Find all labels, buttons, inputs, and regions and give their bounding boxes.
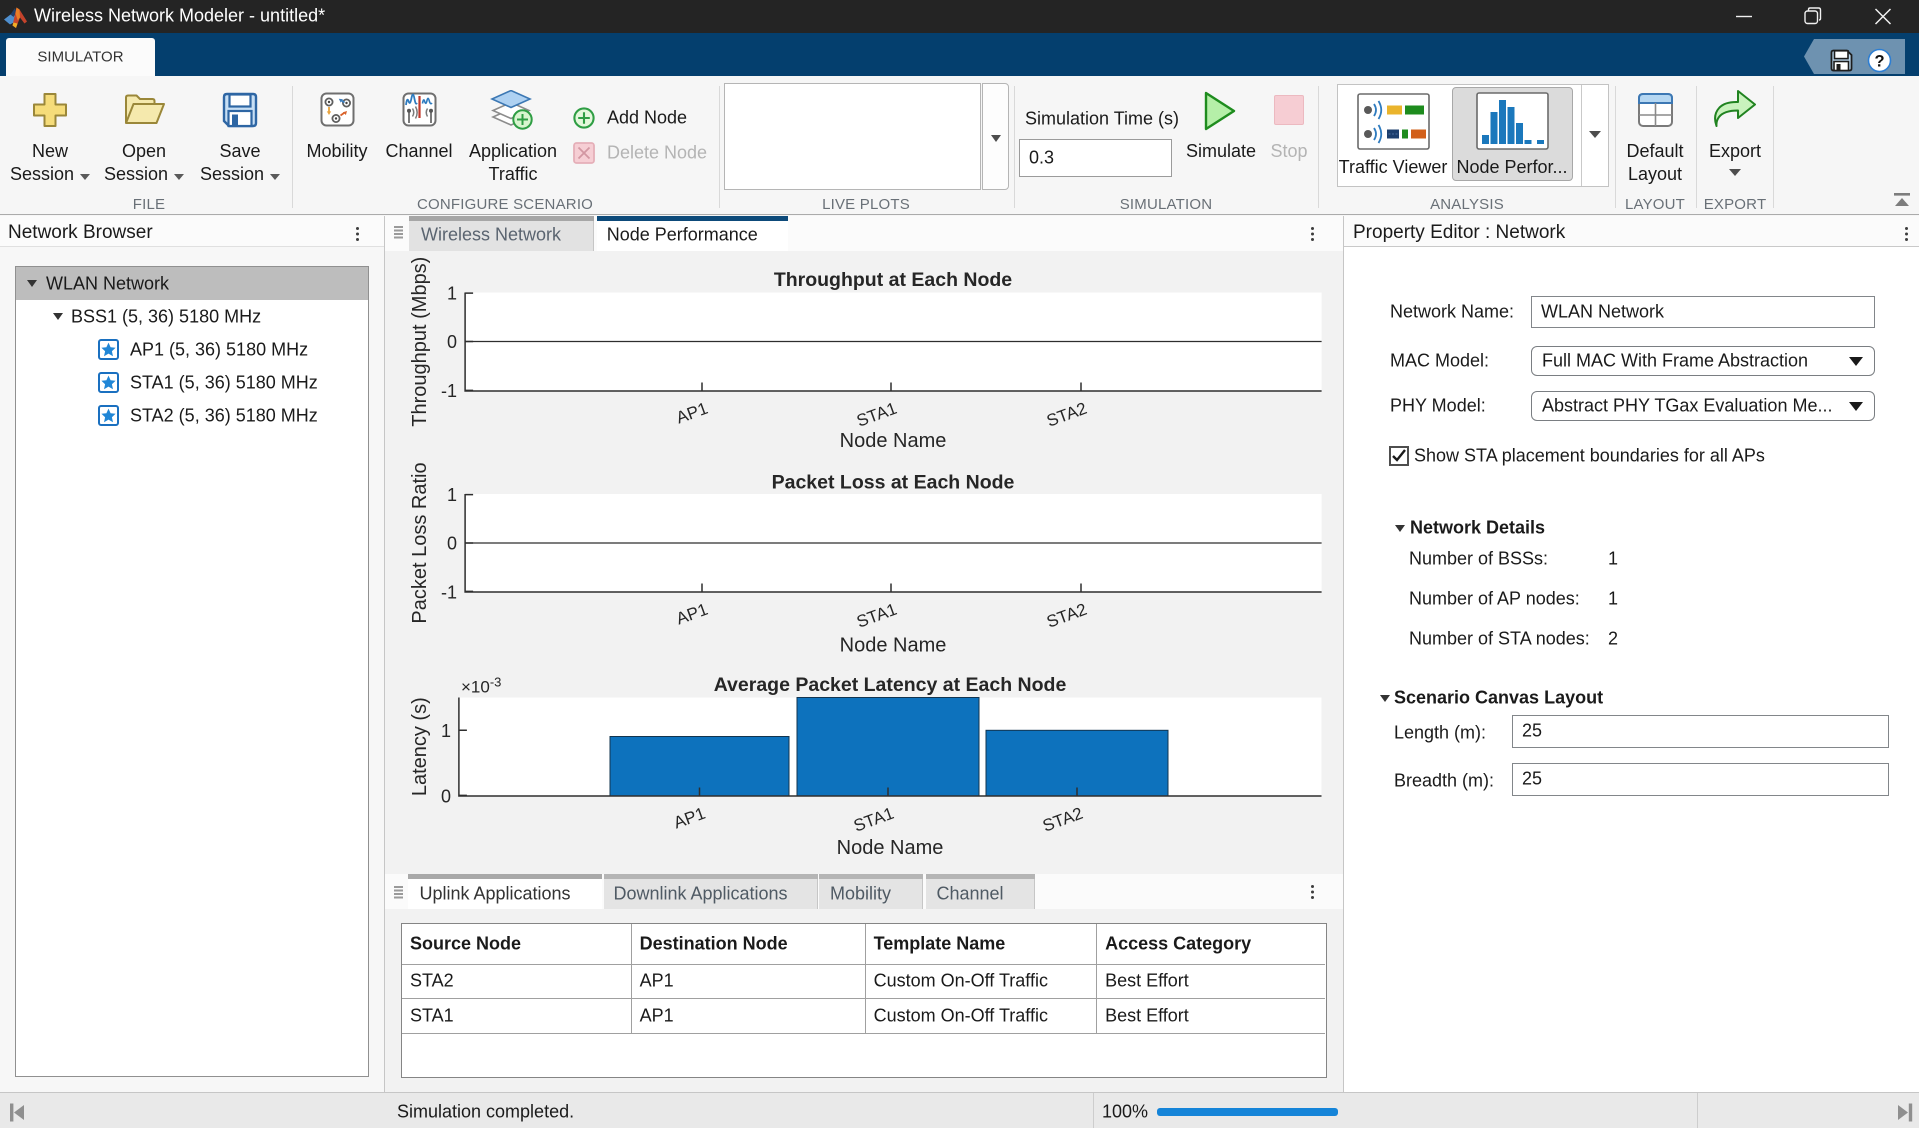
svg-text:Node Name: Node Name [837,837,944,859]
svg-text:0: 0 [441,786,451,806]
svg-text:?: ? [1874,52,1884,70]
svg-text:Node Name: Node Name [840,429,947,451]
svg-text:1: 1 [441,720,451,740]
svg-text:-1: -1 [441,582,457,602]
svg-text:Latency (s): Latency (s) [409,697,431,796]
svg-text:Packet Loss Ratio: Packet Loss Ratio [409,462,431,623]
svg-text:Node Name: Node Name [840,634,947,656]
svg-text:Average Packet Latency at Each: Average Packet Latency at Each Node [714,674,1067,696]
svg-text:Throughput (Mbps): Throughput (Mbps) [409,256,431,426]
svg-text:Packet Loss at Each Node: Packet Loss at Each Node [772,471,1015,493]
svg-text:1: 1 [447,485,457,505]
svg-text:0: 0 [447,332,457,352]
svg-text:0: 0 [447,533,457,553]
svg-text:Throughput at Each Node: Throughput at Each Node [774,269,1012,291]
svg-text:1: 1 [447,283,457,303]
svg-text:-1: -1 [441,381,457,401]
